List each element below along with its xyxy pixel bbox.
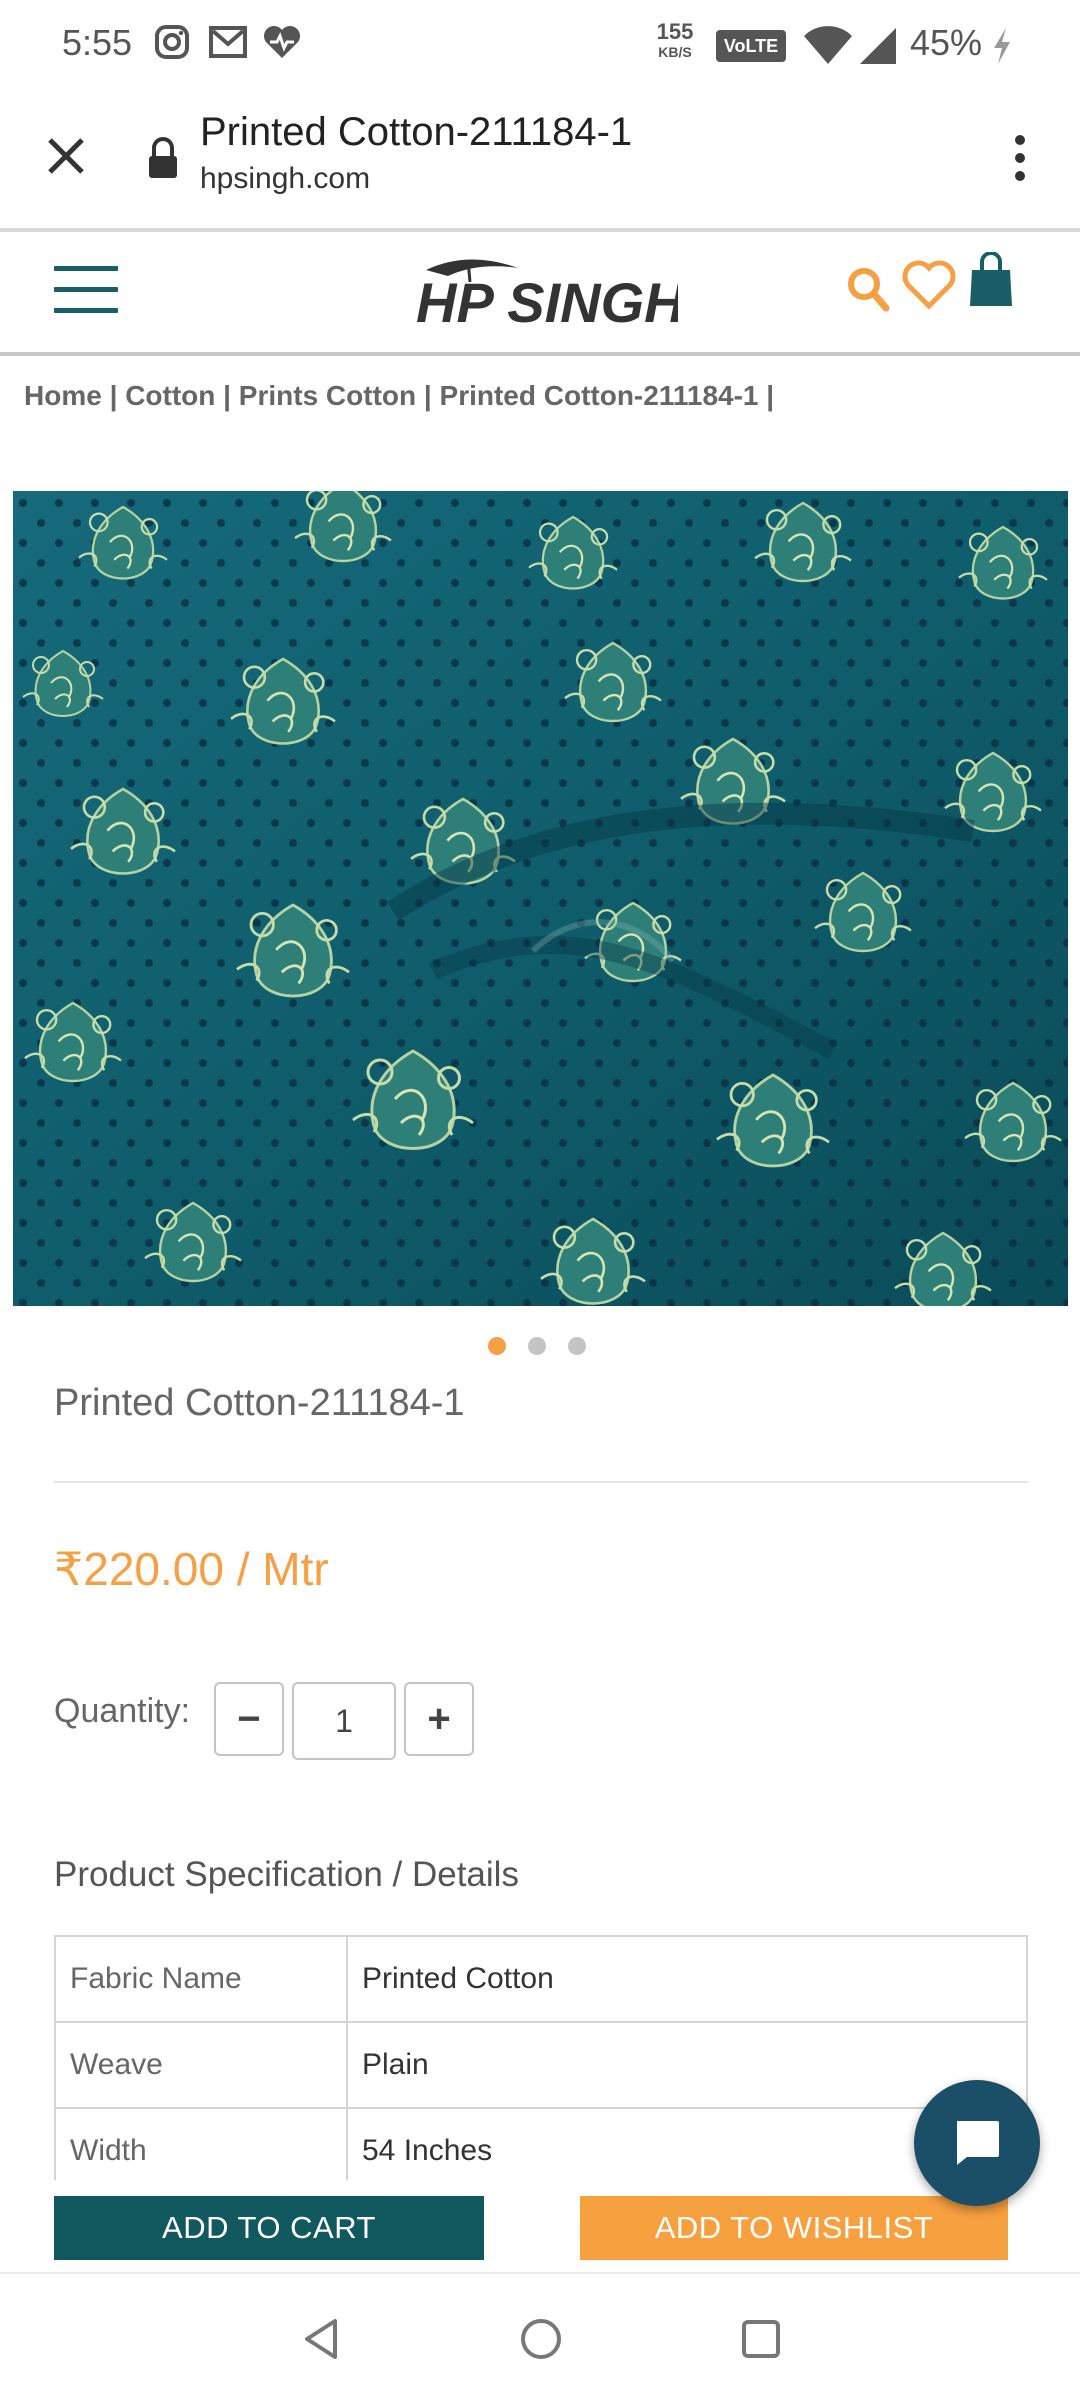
carousel-dot-1[interactable]: [488, 1337, 506, 1355]
breadcrumb-prints-cotton[interactable]: Prints Cotton: [239, 380, 416, 411]
table-row: Weave Plain: [54, 2021, 1028, 2109]
carousel-dot-2[interactable]: [528, 1337, 546, 1355]
quantity-label: Quantity:: [54, 1692, 191, 1730]
network-speed: 155 KB/S: [656, 19, 694, 61]
carousel-dot-3[interactable]: [568, 1337, 586, 1355]
specification-heading: Product Specification / Details: [54, 1855, 519, 1894]
add-to-wishlist-button[interactable]: ADD TO WISHLIST: [580, 2196, 1008, 2260]
signal-icon: [858, 26, 898, 71]
charging-icon: [990, 26, 1014, 71]
back-icon[interactable]: [296, 2314, 346, 2364]
product-price: ₹220.00 / Mtr: [54, 1543, 329, 1595]
breadcrumb-cotton[interactable]: Cotton: [125, 380, 215, 411]
breadcrumb-home[interactable]: Home: [24, 380, 102, 411]
carousel-indicators: [488, 1337, 588, 1357]
spec-value: Printed Cotton: [346, 1935, 1028, 2023]
lock-icon: [146, 134, 180, 182]
battery-level: 45%: [910, 22, 983, 63]
status-time: 5:55: [62, 22, 133, 63]
status-bar: 5:55 155 KB/S VoLTE 45%: [0, 0, 1080, 90]
chat-bubble-icon: [957, 2121, 999, 2165]
home-icon[interactable]: [516, 2314, 566, 2364]
specification-table: Fabric Name Printed Cotton Weave Plain W…: [54, 1935, 1028, 2195]
product-title: Printed Cotton-211184-1: [54, 1382, 465, 1424]
site-header: HP SINGH: [0, 232, 1080, 356]
page-title: Printed Cotton-211184-1: [200, 110, 633, 154]
logo-text: HP SINGH: [416, 271, 678, 334]
heart-app-icon: [262, 22, 302, 62]
volte-badge: VoLTE: [716, 30, 786, 62]
browser-toolbar: Printed Cotton-211184-1 hpsingh.com: [0, 90, 1080, 232]
recents-icon[interactable]: [736, 2314, 786, 2364]
more-options-icon[interactable]: [1000, 128, 1040, 188]
spec-key: Weave: [54, 2021, 348, 2109]
quantity-decrease-button[interactable]: −: [214, 1682, 284, 1756]
menu-icon[interactable]: [54, 266, 118, 314]
add-to-cart-button[interactable]: ADD TO CART: [54, 2196, 484, 2260]
instagram-icon: [152, 22, 192, 62]
url-text[interactable]: hpsingh.com: [200, 162, 370, 196]
table-row: Fabric Name Printed Cotton: [54, 1935, 1028, 2023]
system-navigation-bar: [0, 2272, 1080, 2402]
chat-button[interactable]: [914, 2080, 1040, 2206]
cart-bag-icon[interactable]: [968, 251, 1014, 310]
quantity-increase-button[interactable]: +: [404, 1682, 474, 1756]
breadcrumb: Home | Cotton | Prints Cotton | Printed …: [24, 380, 775, 411]
divider: [54, 1481, 1028, 1483]
spec-value: Plain: [346, 2021, 1028, 2109]
gmail-icon: [208, 22, 248, 62]
product-image[interactable]: [13, 491, 1068, 1306]
wishlist-heart-icon[interactable]: [900, 258, 958, 312]
search-icon[interactable]: [846, 262, 892, 316]
hpsingh-logo[interactable]: HP SINGH: [408, 248, 686, 338]
close-icon[interactable]: [36, 126, 96, 186]
spec-key: Fabric Name: [54, 1935, 348, 2023]
quantity-input[interactable]: 1: [292, 1682, 396, 1760]
breadcrumb-current[interactable]: Printed Cotton-211184-1: [440, 380, 759, 411]
wifi-icon: [802, 26, 854, 71]
